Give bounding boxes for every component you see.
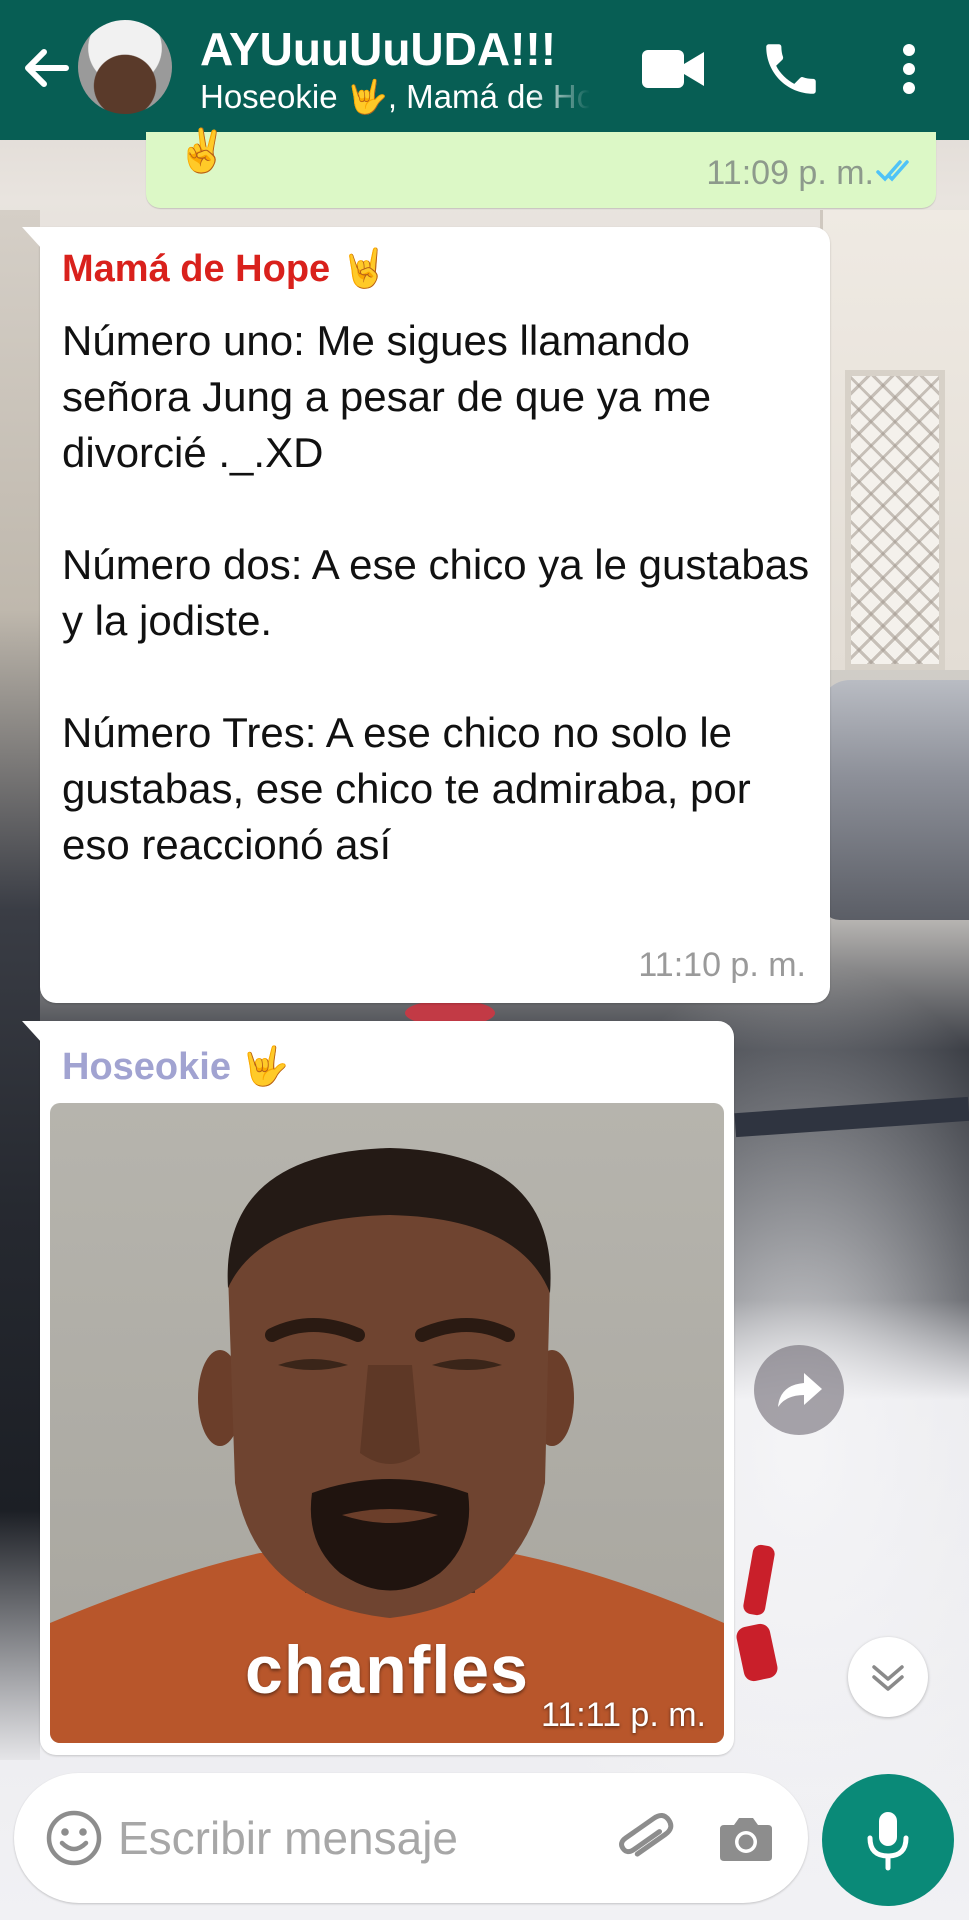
video-call-button[interactable]: [640, 36, 706, 102]
message-time: 11:10 p. m.: [638, 946, 806, 984]
forward-button[interactable]: [754, 1345, 844, 1435]
camera-icon: [720, 1818, 772, 1861]
camera-button[interactable]: [716, 1809, 776, 1869]
smiley-icon: [46, 1810, 102, 1866]
incoming-image-message[interactable]: Hoseokie 🤟 chanfles 11:11 p. m.: [22, 1021, 734, 1755]
message-time: 11:09 p. m.: [706, 154, 874, 192]
meme-image[interactable]: chanfles 11:11 p. m.: [50, 1103, 724, 1743]
attach-button[interactable]: [612, 1807, 676, 1871]
message-text: Número uno: Me sigues llamando señora Ju…: [62, 317, 810, 868]
arrow-left-icon: [25, 49, 69, 87]
read-receipt-icon: [876, 160, 909, 182]
chat-title[interactable]: AYUuuUuUDA!!!: [200, 22, 556, 76]
microphone-icon: [867, 1812, 909, 1871]
paperclip-icon: [619, 1813, 674, 1857]
video-camera-icon: [642, 50, 704, 88]
chat-header: AYUuuUuUDA!!! Hoseokie 🤟, Mamá de Hope 🤘: [0, 0, 969, 140]
message-sender[interactable]: Hoseokie 🤟: [62, 1045, 289, 1089]
group-avatar[interactable]: [78, 20, 172, 114]
more-options-button[interactable]: [876, 36, 942, 102]
message-sender[interactable]: Mamá de Hope 🤘: [62, 247, 388, 291]
message-input[interactable]: [118, 1803, 578, 1873]
double-chevron-down-icon: [872, 1665, 904, 1691]
forward-arrow-icon: [778, 1373, 822, 1407]
scroll-to-bottom-button[interactable]: [848, 1637, 928, 1717]
voice-message-button[interactable]: [822, 1774, 954, 1906]
wallpaper-detail: [0, 210, 40, 1760]
wallpaper-detail: [845, 370, 945, 670]
message-time: 11:11 p. m.: [540, 1696, 706, 1734]
more-vertical-icon: [903, 44, 915, 94]
phone-icon: [766, 44, 816, 94]
chat-participants[interactable]: Hoseokie 🤟, Mamá de Hope 🤘: [200, 78, 590, 117]
incoming-message[interactable]: Mamá de Hope 🤘 Número uno: Me sigues lla…: [22, 227, 830, 1003]
emoji-button[interactable]: [44, 1808, 104, 1868]
message-composer: [14, 1773, 808, 1903]
wallpaper-detail: [820, 680, 969, 920]
message-emoji: ✌️: [176, 127, 229, 174]
voice-call-button[interactable]: [758, 36, 824, 102]
outgoing-message[interactable]: ✌️ 11:09 p. m.: [146, 127, 936, 208]
back-button[interactable]: [18, 40, 74, 96]
